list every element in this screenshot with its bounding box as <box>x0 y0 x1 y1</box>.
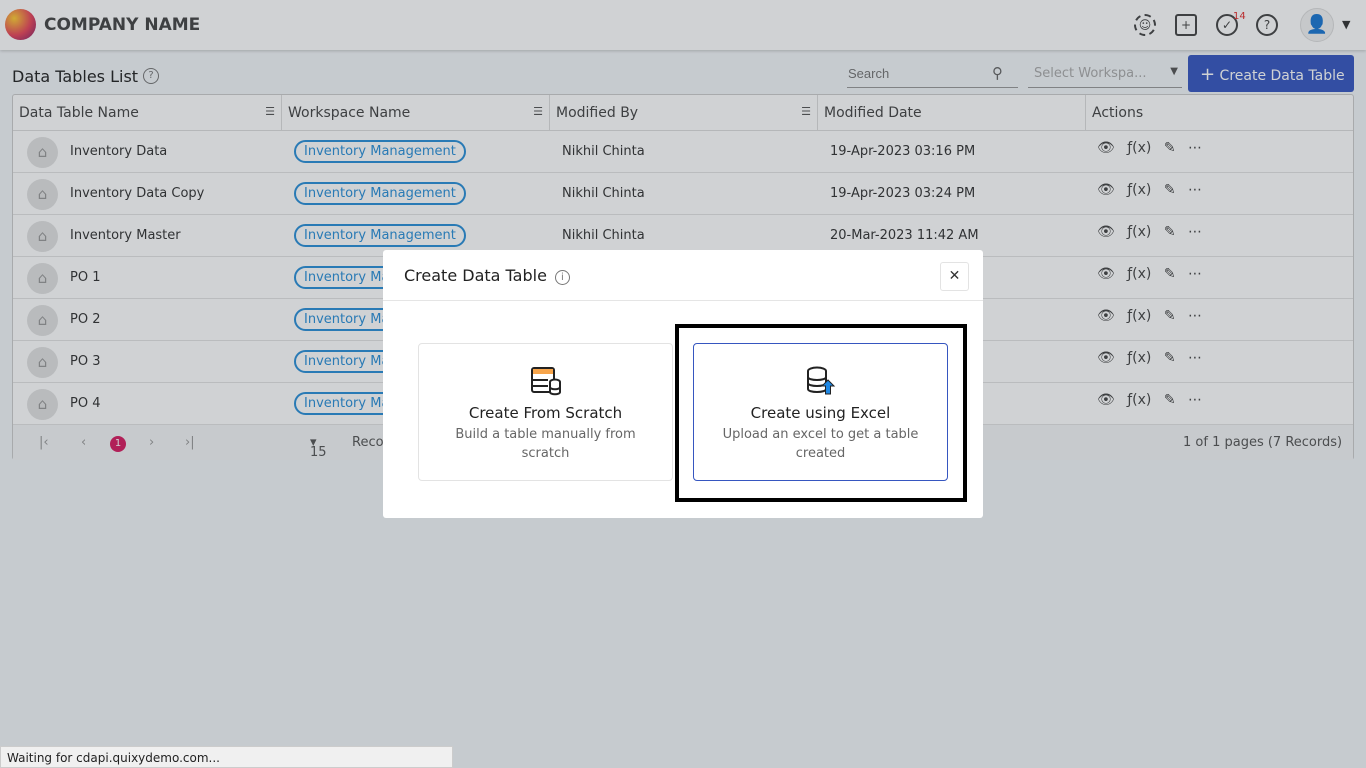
create-from-scratch-option[interactable]: Create From Scratch Build a table manual… <box>418 343 673 481</box>
browser-status-bar: Waiting for cdapi.quixydemo.com... <box>0 746 453 768</box>
option-title: Create From Scratch <box>468 404 623 422</box>
info-icon[interactable]: i <box>554 270 570 285</box>
highlight-box <box>675 324 967 502</box>
modal-header: Create Data Table i <box>383 250 983 301</box>
close-button[interactable]: ✕ <box>940 262 969 291</box>
table-database-icon <box>419 366 672 400</box>
modal-title: Create Data Table <box>404 266 547 285</box>
option-description: Build a table manually from scratch <box>455 427 636 461</box>
